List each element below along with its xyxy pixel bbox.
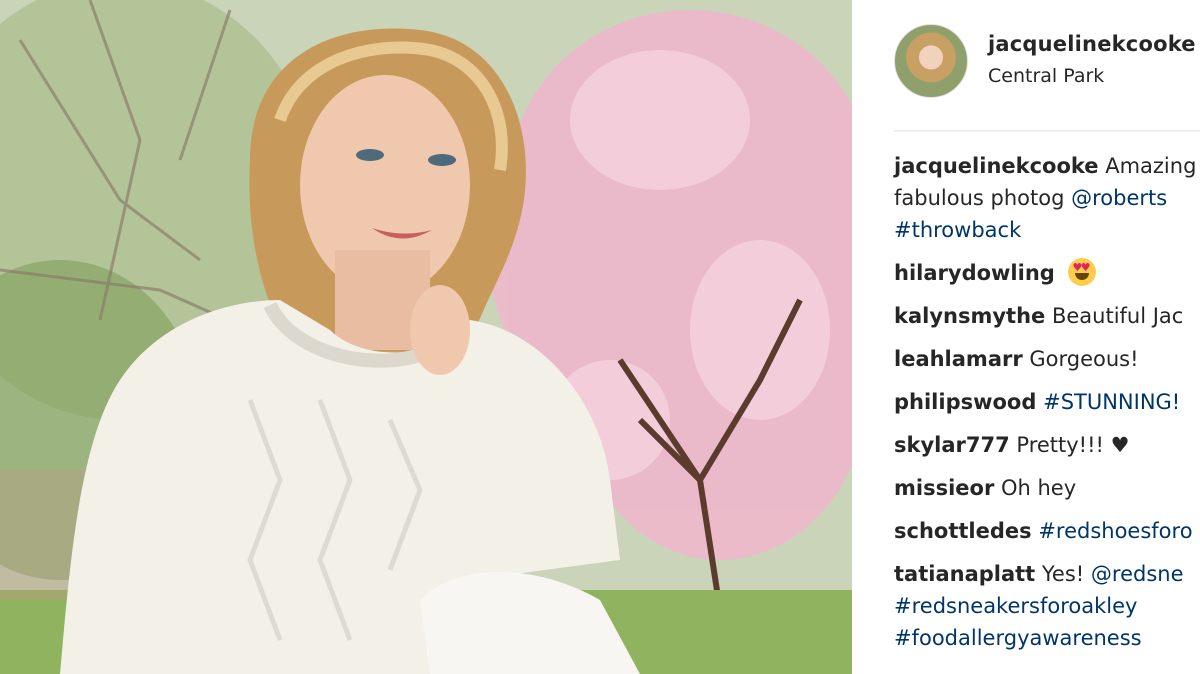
comment-line: kalynsmythe Beautiful Jac [894,300,1200,332]
avatar[interactable] [894,24,968,98]
comment-link[interactable]: #redshoesforo [1038,519,1192,543]
comment-line: skylar777 Pretty!!! ♥ [894,429,1200,461]
comment-item: philipswood #STUNNING! [894,386,1200,418]
comment-line: #foodallergyawareness [894,622,1200,654]
comment-line: fabulous photog @roberts [894,182,1200,214]
heart-eyes-emoji-icon [1067,258,1096,286]
comment-line: #throwback [894,214,1200,246]
comment-line: #redsneakersforoakley [894,590,1200,622]
comment-text: Gorgeous! [1022,347,1139,371]
header-username[interactable]: jacquelinekcooke [988,32,1196,56]
comment-line: leahlamarr Gorgeous! [894,343,1200,375]
comment-item: hilarydowling [894,257,1200,289]
comment-author[interactable]: kalynsmythe [894,304,1045,328]
comment-line: philipswood #STUNNING! [894,386,1200,418]
comment-author[interactable]: leahlamarr [894,347,1023,371]
comment-text: fabulous photog [894,186,1072,210]
comment-author[interactable]: schottledes [894,519,1032,543]
comment-text: Yes! [1035,562,1091,586]
comment-text [1055,261,1062,285]
comment-author[interactable]: philipswood [894,390,1036,414]
comment-item: jacquelinekcooke Amazing fabulous photog… [894,150,1200,246]
post-header: jacquelinekcooke Central Park [852,0,1200,130]
comment-item: tatianaplatt Yes! @redsne #redsneakersfor… [894,558,1200,654]
comment-link[interactable]: #foodallergyawareness [894,626,1142,650]
comment-link[interactable]: @roberts [1071,186,1167,210]
header-divider [894,130,1200,132]
comment-author[interactable]: missieor [894,476,994,500]
comment-author[interactable]: hilarydowling [894,261,1055,285]
photo-scene [0,0,852,674]
comment-link[interactable]: @redsne [1091,562,1184,586]
comment-item: leahlamarr Gorgeous! [894,343,1200,375]
comment-text: Pretty!!! ♥ [1009,433,1130,457]
post-side-panel: jacquelinekcooke Central Park jacqueline… [852,0,1200,674]
comment-item: schottledes #redshoesforo [894,515,1200,547]
post-photo[interactable] [0,0,852,674]
comment-item: kalynsmythe Beautiful Jac [894,300,1200,332]
comment-link[interactable]: #redsneakersforoakley [894,594,1137,618]
comment-line: schottledes #redshoesforo [894,515,1200,547]
comment-text: Amazing [1098,154,1197,178]
comment-line: hilarydowling [894,257,1200,289]
comment-line: tatianaplatt Yes! @redsne [894,558,1200,590]
comment-link[interactable]: #STUNNING! [1043,390,1180,414]
comment-list: jacquelinekcooke Amazing fabulous photog… [894,150,1200,665]
header-location[interactable]: Central Park [988,65,1104,87]
comment-author[interactable]: skylar777 [894,433,1010,457]
comment-author[interactable]: tatianaplatt [894,562,1035,586]
comment-line: jacquelinekcooke Amazing [894,150,1200,182]
comment-item: missieor Oh hey [894,472,1200,504]
comment-line: missieor Oh hey [894,472,1200,504]
comment-link[interactable]: #throwback [894,218,1021,242]
comment-author[interactable]: jacquelinekcooke [894,154,1099,178]
comment-text: Oh hey [994,476,1077,500]
comment-item: skylar777 Pretty!!! ♥ [894,429,1200,461]
comment-text: Beautiful Jac [1045,304,1184,328]
